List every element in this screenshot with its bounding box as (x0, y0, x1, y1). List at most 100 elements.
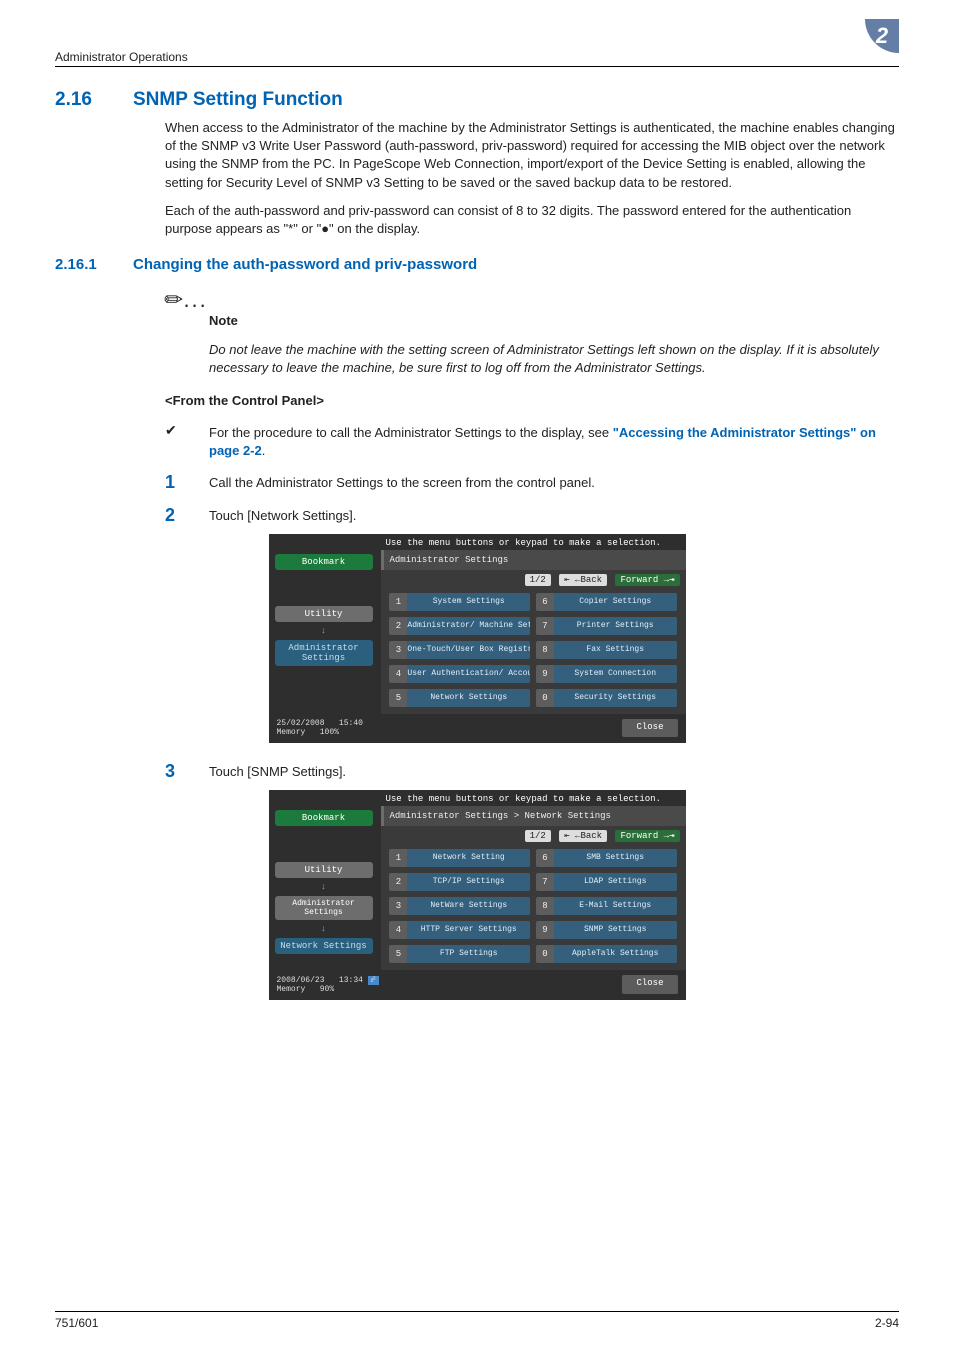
subsection-title: Changing the auth-password and priv-pass… (133, 256, 477, 273)
screen2-instruction: Use the menu buttons or keypad to make a… (269, 790, 686, 806)
menu-item-7[interactable]: 7LDAP Settings (536, 873, 677, 891)
screen1-memory-label: Memory (277, 728, 306, 737)
screen1-time: 15:40 (339, 719, 363, 728)
screen1-date: 25/02/2008 (277, 719, 325, 728)
menu-item-number: 2 (389, 873, 407, 891)
forward-button[interactable]: Forward →⇥ (615, 830, 679, 842)
menu-item-6[interactable]: 6SMB Settings (536, 849, 677, 867)
page-indicator: 1/2 (525, 830, 551, 842)
breadcrumb: Administrator Settings > Network Setting… (381, 806, 686, 826)
menu-item-2[interactable]: 2TCP/IP Settings (389, 873, 530, 891)
menu-item-number: 7 (536, 617, 554, 635)
footer-page-number: 2-94 (875, 1316, 899, 1330)
menu-item-6[interactable]: 6Copier Settings (536, 593, 677, 611)
menu-item-8[interactable]: 8E-Mail Settings (536, 897, 677, 915)
menu-item-0[interactable]: 0AppleTalk Settings (536, 945, 677, 963)
menu-item-number: 5 (389, 945, 407, 963)
menu-item-number: 0 (536, 945, 554, 963)
menu-item-1[interactable]: 1Network Setting (389, 849, 530, 867)
arrow-down-icon: ↓ (269, 626, 379, 636)
menu-item-8[interactable]: 8Fax Settings (536, 641, 677, 659)
menu-item-number: 4 (389, 921, 407, 939)
menu-item-label: HTTP Server Settings (407, 921, 530, 939)
forward-button[interactable]: Forward →⇥ (615, 574, 679, 586)
back-button[interactable]: ⇤ ←Back (559, 574, 607, 586)
administrator-settings-tab[interactable]: Administrator Settings (275, 896, 373, 920)
menu-item-5[interactable]: 5Network Settings (389, 689, 530, 707)
step-2-number: 2 (165, 505, 209, 526)
section-number: 2.16 (55, 89, 133, 111)
menu-item-number: 6 (536, 593, 554, 611)
menu-item-label: TCP/IP Settings (407, 873, 530, 891)
menu-item-label: LDAP Settings (554, 873, 677, 891)
step-3-text: Touch [SNMP Settings]. (209, 761, 346, 782)
menu-item-label: System Connection (554, 665, 677, 683)
menu-item-label: User Authentication/ Account Track (407, 665, 530, 683)
menu-item-1[interactable]: 1System Settings (389, 593, 530, 611)
menu-item-number: 4 (389, 665, 407, 683)
administrator-settings-tab[interactable]: Administrator Settings (275, 640, 373, 666)
menu-item-label: Administrator/ Machine Settings (407, 617, 530, 635)
menu-item-label: NetWare Settings (407, 897, 530, 915)
menu-item-4[interactable]: 4User Authentication/ Account Track (389, 665, 530, 683)
intro-paragraph-1: When access to the Administrator of the … (165, 119, 899, 192)
menu-item-number: 1 (389, 593, 407, 611)
menu-item-label: AppleTalk Settings (554, 945, 677, 963)
step-2-text: Touch [Network Settings]. (209, 505, 356, 526)
screen2-memory-label: Memory (277, 985, 306, 994)
menu-item-3[interactable]: 3NetWare Settings (389, 897, 530, 915)
menu-item-label: Network Settings (407, 689, 530, 707)
menu-item-number: 3 (389, 641, 407, 659)
menu-item-number: 7 (536, 873, 554, 891)
checkmark-icon: ✔ (165, 422, 209, 460)
menu-item-label: E-Mail Settings (554, 897, 677, 915)
menu-item-7[interactable]: 7Printer Settings (536, 617, 677, 635)
note-label: Note (209, 313, 899, 328)
menu-item-9[interactable]: 9SNMP Settings (536, 921, 677, 939)
chapter-number: 2 (876, 23, 888, 49)
menu-item-number: 9 (536, 921, 554, 939)
menu-item-label: Network Setting (407, 849, 530, 867)
screenshot-network-settings: Use the menu buttons or keypad to make a… (269, 790, 686, 1000)
procedure-reference-pre: For the procedure to call the Administra… (209, 425, 613, 440)
step-3-number: 3 (165, 761, 209, 782)
procedure-reference: For the procedure to call the Administra… (209, 422, 899, 460)
note-text: Do not leave the machine with the settin… (209, 341, 899, 377)
menu-item-4[interactable]: 4HTTP Server Settings (389, 921, 530, 939)
screen1-memory-value: 100% (320, 728, 339, 737)
footer-model: 751/601 (55, 1316, 98, 1330)
step-1-number: 1 (165, 472, 209, 493)
from-control-panel-heading: <From the Control Panel> (165, 392, 899, 410)
running-header: Administrator Operations (55, 50, 188, 64)
network-settings-tab[interactable]: Network Settings (275, 938, 373, 954)
intro-paragraph-2: Each of the auth-password and priv-passw… (165, 202, 899, 238)
menu-item-label: SMB Settings (554, 849, 677, 867)
menu-item-3[interactable]: 3One-Touch/User Box Registration (389, 641, 530, 659)
menu-item-label: One-Touch/User Box Registration (407, 641, 530, 659)
menu-item-label: Security Settings (554, 689, 677, 707)
page-indicator: 1/2 (525, 574, 551, 586)
utility-tab[interactable]: Utility (275, 606, 373, 622)
menu-item-0[interactable]: 0Security Settings (536, 689, 677, 707)
utility-tab[interactable]: Utility (275, 862, 373, 878)
breadcrumb: Administrator Settings (381, 550, 686, 570)
close-button[interactable]: Close (622, 975, 677, 994)
bookmark-tab[interactable]: Bookmark (275, 554, 373, 570)
menu-item-number: 2 (389, 617, 407, 635)
menu-item-label: FTP Settings (407, 945, 530, 963)
menu-item-number: 8 (536, 641, 554, 659)
screen2-date: 2008/06/23 (277, 976, 325, 985)
menu-item-2[interactable]: 2Administrator/ Machine Settings (389, 617, 530, 635)
subsection-number: 2.16.1 (55, 256, 133, 273)
chapter-tab: 2 (865, 19, 899, 53)
menu-item-label: SNMP Settings (554, 921, 677, 939)
back-button[interactable]: ⇤ ←Back (559, 830, 607, 842)
menu-item-9[interactable]: 9System Connection (536, 665, 677, 683)
close-button[interactable]: Close (622, 719, 677, 737)
menu-item-number: 5 (389, 689, 407, 707)
screen2-time: 13:34 (339, 976, 363, 985)
bookmark-tab[interactable]: Bookmark (275, 810, 373, 826)
menu-item-number: 3 (389, 897, 407, 915)
menu-item-number: 1 (389, 849, 407, 867)
menu-item-5[interactable]: 5FTP Settings (389, 945, 530, 963)
